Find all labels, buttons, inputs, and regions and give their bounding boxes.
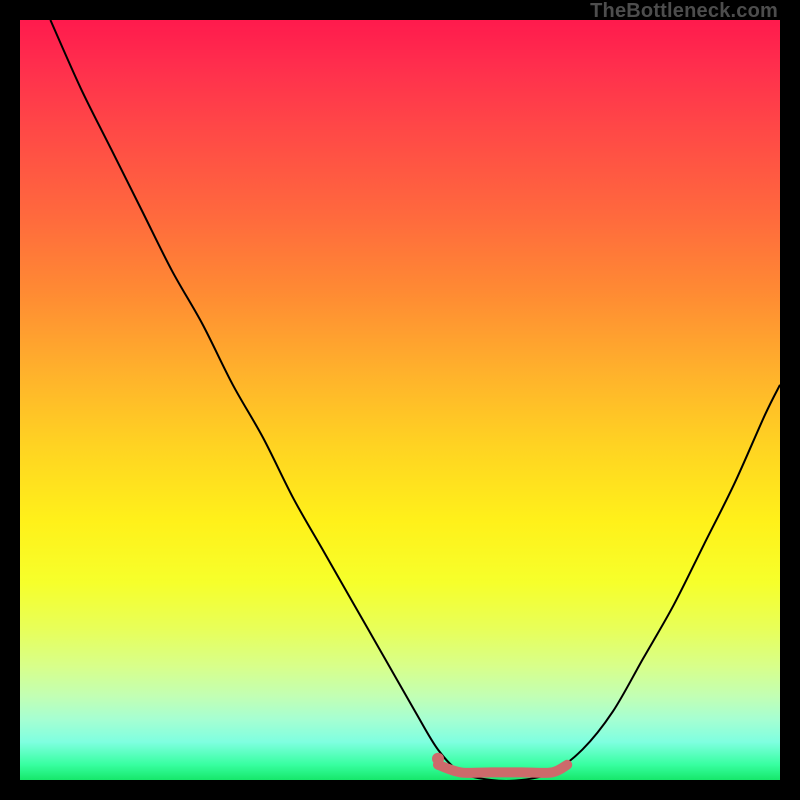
bottleneck-curve	[50, 20, 780, 780]
low-bottleneck-marker	[438, 765, 567, 773]
marker-dot	[432, 753, 444, 765]
chart-frame: TheBottleneck.com	[0, 0, 800, 800]
chart-svg	[20, 20, 780, 780]
plot-area	[20, 20, 780, 780]
